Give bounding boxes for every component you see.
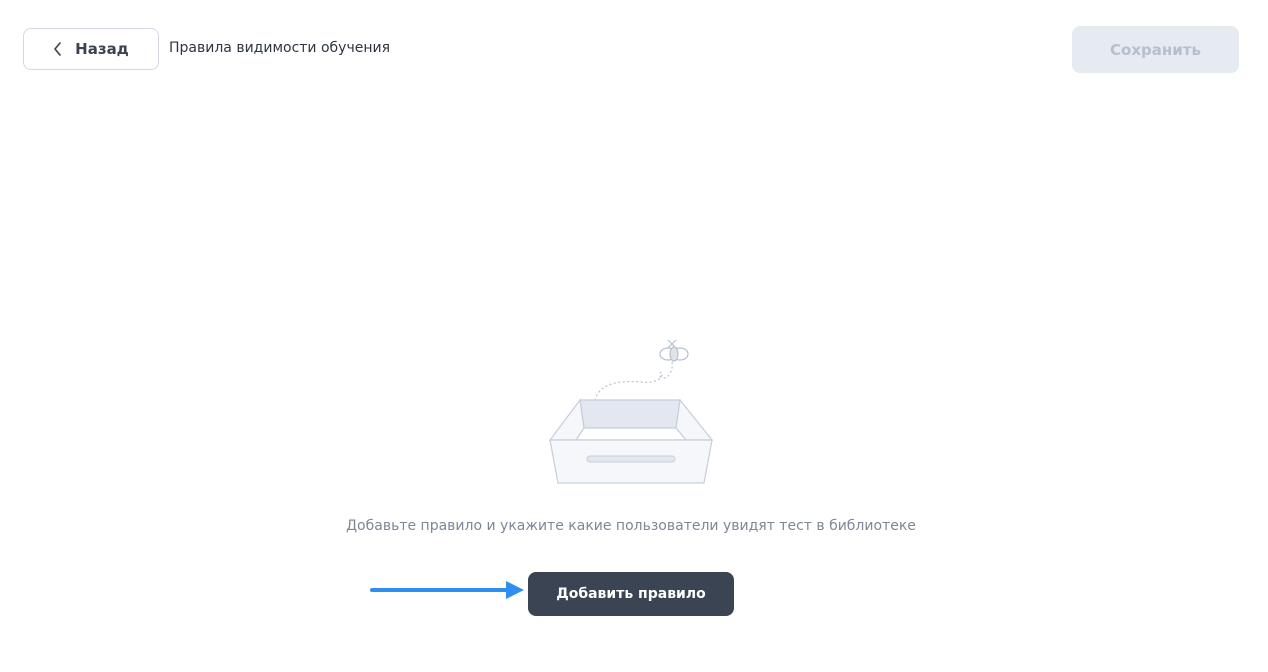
add-rule-button[interactable]: Добавить правило [528, 572, 734, 616]
back-button-label: Назад [75, 40, 129, 58]
empty-state-message: Добавьте правило и укажите какие пользов… [346, 518, 916, 534]
annotation-arrow-icon [370, 581, 524, 599]
back-button[interactable]: Назад [23, 28, 159, 70]
page: Назад Правила видимости обучения Сохрани… [0, 0, 1268, 672]
page-title: Правила видимости обучения [169, 40, 391, 56]
empty-box-illustration [548, 339, 714, 484]
chevron-left-icon [54, 42, 61, 56]
bee-icon [659, 339, 689, 362]
save-button[interactable]: Сохранить [1072, 26, 1239, 73]
